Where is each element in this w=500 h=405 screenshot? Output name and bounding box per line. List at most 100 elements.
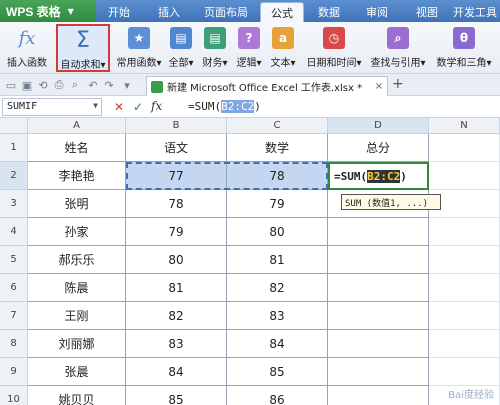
table-cell[interactable]: 85 xyxy=(126,386,227,405)
table-cell[interactable]: 77 xyxy=(126,162,227,190)
table-cell[interactable] xyxy=(328,302,429,330)
new-tab-plus-icon[interactable]: + xyxy=(392,76,404,92)
tab-formulas[interactable]: 公式 xyxy=(260,2,304,22)
chevron-down-icon[interactable]: ▾ xyxy=(120,78,134,92)
tab-insert[interactable]: 插入 xyxy=(150,2,188,22)
math-trig-button[interactable]: θ 数学和三角▾ xyxy=(432,24,496,72)
table-cell[interactable]: 78 xyxy=(126,190,227,218)
common-functions-button[interactable]: ★ 常用函数▾ xyxy=(114,24,164,72)
table-cell[interactable]: 陈晨 xyxy=(28,274,126,302)
table-cell[interactable]: 82 xyxy=(126,302,227,330)
table-cell[interactable]: 86 xyxy=(227,386,328,405)
table-cell[interactable]: 李艳艳 xyxy=(28,162,126,190)
table-cell[interactable]: 总分 xyxy=(328,134,429,162)
formula-input[interactable]: =SUM(B2:C2) xyxy=(184,98,498,116)
text-button[interactable]: a 文本▾ xyxy=(268,24,298,72)
table-cell[interactable]: 张晨 xyxy=(28,358,126,386)
table-cell[interactable]: 张明 xyxy=(28,190,126,218)
select-all-corner[interactable] xyxy=(0,118,28,134)
table-cell[interactable] xyxy=(328,386,429,405)
date-time-button[interactable]: ◷ 日期和时间▾ xyxy=(306,24,362,72)
table-cell[interactable] xyxy=(429,134,500,162)
row-header[interactable]: 8 xyxy=(0,330,28,358)
table-cell[interactable]: 81 xyxy=(126,274,227,302)
table-cell[interactable] xyxy=(328,330,429,358)
table-cell[interactable]: 王刚 xyxy=(28,302,126,330)
row-header[interactable]: 4 xyxy=(0,218,28,246)
table-cell[interactable] xyxy=(429,162,500,190)
lookup-reference-button[interactable]: ⌕ 查找与引用▾ xyxy=(370,24,426,72)
table-cell[interactable]: 孙家 xyxy=(28,218,126,246)
financial-button[interactable]: ▤ 财务▾ xyxy=(200,24,230,72)
table-cell[interactable] xyxy=(429,218,500,246)
row-header[interactable]: 7 xyxy=(0,302,28,330)
table-cell[interactable]: 姚贝贝 xyxy=(28,386,126,405)
table-cell[interactable]: 姓名 xyxy=(28,134,126,162)
tab-developer[interactable]: 开发工具 xyxy=(450,2,500,22)
column-header-b[interactable]: B xyxy=(126,118,227,134)
redo-icon[interactable]: ↷ xyxy=(102,78,116,92)
table-cell[interactable] xyxy=(328,358,429,386)
row-header[interactable]: 3 xyxy=(0,190,28,218)
close-icon[interactable]: × xyxy=(375,81,383,92)
row-header[interactable]: 2 xyxy=(0,162,28,190)
table-cell[interactable]: 刘丽娜 xyxy=(28,330,126,358)
table-cell[interactable]: 82 xyxy=(227,274,328,302)
table-cell[interactable] xyxy=(328,218,429,246)
tab-data[interactable]: 数据 xyxy=(310,2,348,22)
table-cell[interactable]: 85 xyxy=(227,358,328,386)
table-cell[interactable]: 数学 xyxy=(227,134,328,162)
table-cell[interactable]: 83 xyxy=(227,302,328,330)
table-cell[interactable] xyxy=(429,274,500,302)
name-box[interactable]: SUMIF ▼ xyxy=(2,98,102,116)
app-menu-button[interactable]: WPS 表格 ▼ xyxy=(0,0,96,22)
logical-button[interactable]: ? 逻辑▾ xyxy=(234,24,264,72)
tab-view[interactable]: 视图 xyxy=(408,2,446,22)
watermark: Bai度经验 xyxy=(448,390,494,401)
column-header-d[interactable]: D xyxy=(328,118,429,134)
table-cell[interactable]: 郝乐乐 xyxy=(28,246,126,274)
autosum-button[interactable]: Σ 自动求和▾ xyxy=(56,24,110,72)
table-cell[interactable]: 79 xyxy=(227,190,328,218)
column-header-c[interactable]: C xyxy=(227,118,328,134)
print-icon[interactable]: ⎙ xyxy=(52,78,66,92)
undo-icon[interactable]: ↶ xyxy=(86,78,100,92)
row-header[interactable]: 10 xyxy=(0,386,28,405)
row-header[interactable]: 6 xyxy=(0,274,28,302)
table-cell[interactable] xyxy=(328,246,429,274)
table-cell[interactable]: 78 xyxy=(227,162,328,190)
table-cell[interactable]: 语文 xyxy=(126,134,227,162)
document-tab[interactable]: 新建 Microsoft Office Excel 工作表.xlsx * × xyxy=(146,76,388,96)
table-cell[interactable]: 84 xyxy=(227,330,328,358)
table-cell[interactable] xyxy=(429,358,500,386)
table-cell[interactable] xyxy=(429,302,500,330)
row-header[interactable]: 1 xyxy=(0,134,28,162)
function-tooltip: SUM (数值1, ...) xyxy=(341,194,441,210)
table-cell[interactable] xyxy=(429,246,500,274)
table-cell[interactable]: 80 xyxy=(126,246,227,274)
cancel-icon[interactable]: ✕ xyxy=(114,100,124,114)
tab-page-layout[interactable]: 页面布局 xyxy=(197,2,255,22)
tab-review[interactable]: 审阅 xyxy=(358,2,396,22)
table-cell[interactable] xyxy=(328,274,429,302)
fx-icon[interactable]: fx xyxy=(151,99,162,113)
row-header[interactable]: 5 xyxy=(0,246,28,274)
print-preview-icon[interactable]: ⌕ xyxy=(68,78,82,92)
tab-home[interactable]: 开始 xyxy=(100,2,138,22)
all-functions-button[interactable]: ▤ 全部▾ xyxy=(166,24,196,72)
table-cell[interactable]: 81 xyxy=(227,246,328,274)
column-header-n[interactable]: N xyxy=(429,118,500,134)
table-cell[interactable]: 83 xyxy=(126,330,227,358)
table-cell[interactable]: 84 xyxy=(126,358,227,386)
confirm-icon[interactable]: ✓ xyxy=(133,100,143,114)
table-cell[interactable]: 80 xyxy=(227,218,328,246)
column-header-a[interactable]: A xyxy=(28,118,126,134)
folder-icon[interactable]: ▭ xyxy=(4,78,18,92)
undo-history-icon[interactable]: ⟲ xyxy=(36,78,50,92)
editing-cell-d2[interactable]: =SUM(B2:C2) xyxy=(328,162,429,190)
row-header[interactable]: 9 xyxy=(0,358,28,386)
insert-function-button[interactable]: fx 插入函数 xyxy=(4,24,50,72)
table-cell[interactable]: 79 xyxy=(126,218,227,246)
save-icon[interactable]: ▣ xyxy=(20,78,34,92)
table-cell[interactable] xyxy=(429,330,500,358)
